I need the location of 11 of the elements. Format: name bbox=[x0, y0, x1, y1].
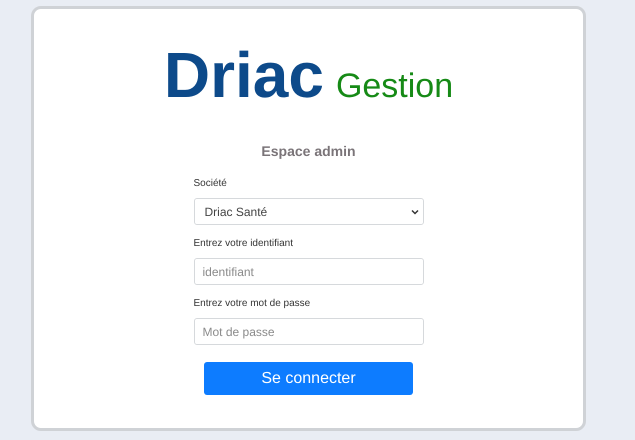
login-button[interactable]: Se connecter bbox=[204, 362, 413, 395]
field-label: Entrez votre identifiant bbox=[194, 237, 294, 251]
field-label: Entrez votre mot de passe bbox=[194, 297, 312, 311]
logo-product: Gestion bbox=[336, 69, 454, 103]
chevron-down-icon bbox=[410, 208, 418, 214]
company-select[interactable]: Driac Santé bbox=[194, 198, 424, 225]
password-field[interactable]: Mot de passe bbox=[194, 318, 424, 345]
logo-brand: Driac bbox=[164, 43, 324, 107]
field-label: Société bbox=[194, 177, 228, 191]
section-heading: Espace admin bbox=[261, 142, 356, 161]
username-field[interactable]: identifiant bbox=[194, 258, 424, 285]
